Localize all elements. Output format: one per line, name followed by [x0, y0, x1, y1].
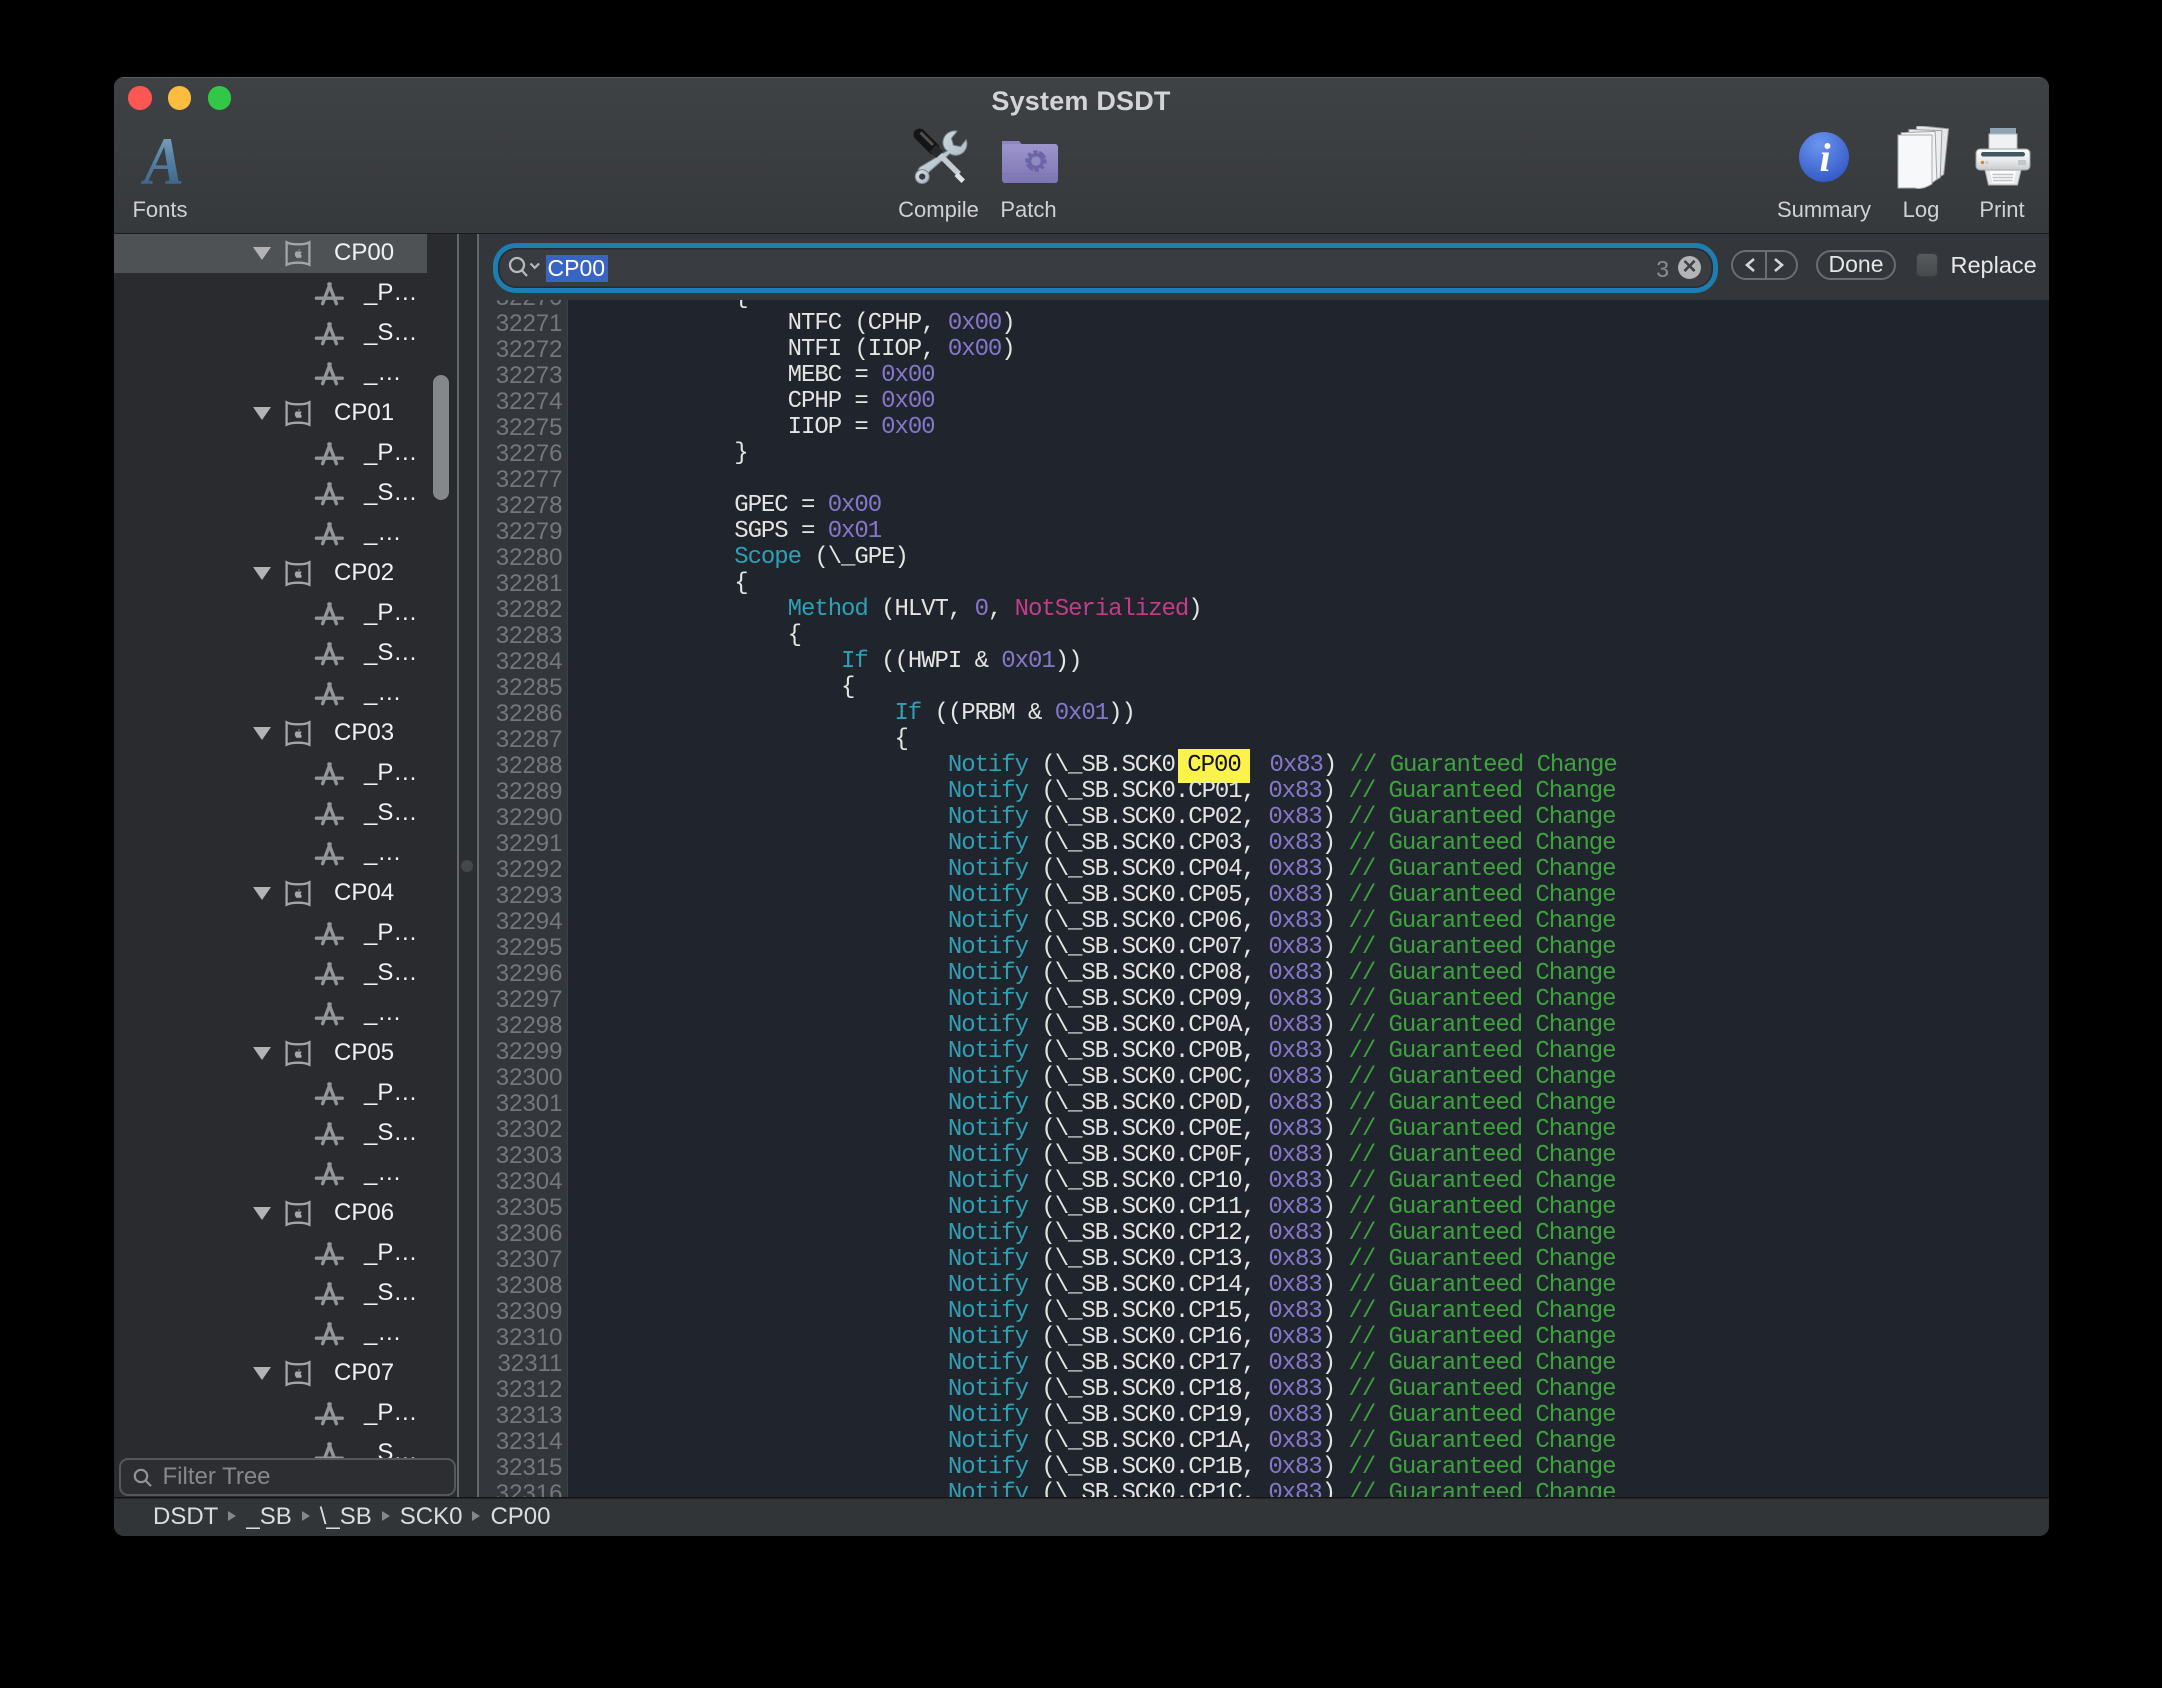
svg-text:i: i — [1819, 135, 1830, 180]
svg-text:A: A — [140, 131, 184, 187]
